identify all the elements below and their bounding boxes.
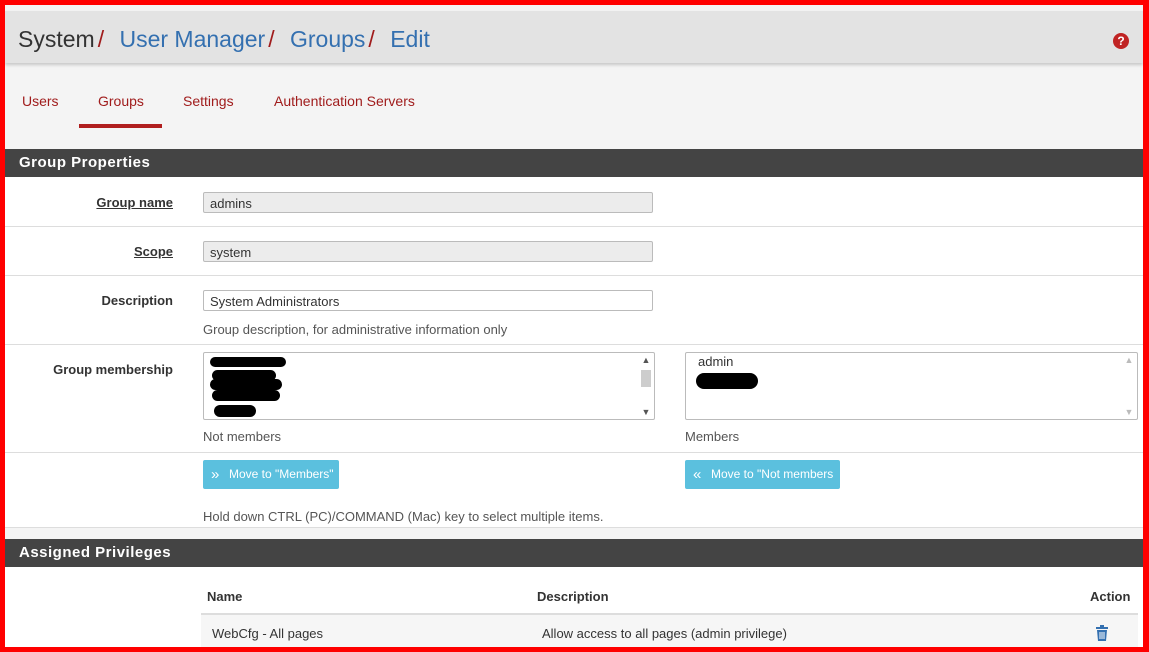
row-group-name: Group name admins	[5, 177, 1143, 227]
tab-groups[interactable]: Groups	[98, 93, 144, 109]
not-members-scrollbar[interactable]: ▲ ▼	[638, 353, 654, 419]
breadcrumb-separator: /	[368, 26, 375, 52]
help-icon[interactable]: ?	[1113, 33, 1129, 49]
page-frame: System / User Manager / Groups / Edit ? Use…	[5, 5, 1143, 647]
active-tab-indicator	[79, 124, 162, 128]
scroll-up-icon[interactable]: ▲	[638, 353, 654, 367]
group-properties-title: Group Properties	[19, 154, 151, 171]
breadcrumb-user-manager[interactable]: User Manager	[119, 26, 265, 52]
members-option[interactable]: admin	[698, 354, 733, 369]
tab-users[interactable]: Users	[22, 93, 59, 109]
breadcrumb-groups[interactable]: Groups	[290, 26, 365, 52]
breadcrumb: System / User Manager / Groups / Edit	[18, 26, 430, 53]
column-header-description: Description	[537, 589, 609, 604]
scroll-down-icon[interactable]: ▼	[1121, 405, 1137, 419]
multi-select-help: Hold down CTRL (PC)/COMMAND (Mac) key to…	[203, 509, 604, 524]
move-to-members-label: Move to "Members"	[229, 467, 334, 481]
move-to-not-members-label: Move to "Not members	[711, 467, 834, 481]
scroll-up-icon[interactable]: ▲	[1121, 353, 1137, 367]
breadcrumb-root: System	[18, 26, 95, 52]
scroll-thumb[interactable]	[641, 370, 651, 387]
assigned-privileges-title: Assigned Privileges	[19, 544, 172, 561]
group-membership-label: Group membership	[53, 362, 173, 377]
breadcrumb-edit[interactable]: Edit	[390, 26, 430, 52]
group-name-label: Group name	[96, 195, 173, 210]
scope-label: Scope	[133, 244, 173, 259]
move-to-members-button[interactable]: » Move to "Members"	[203, 460, 339, 489]
column-header-action: Action	[1090, 589, 1131, 604]
column-header-name: Name	[207, 589, 243, 604]
breadcrumb-separator: /	[268, 26, 275, 52]
members-scrollbar[interactable]: ▲ ▼	[1121, 353, 1137, 419]
privilege-name: WebCfg - All pages	[212, 626, 324, 641]
description-label: Description	[101, 293, 173, 308]
group-name-field[interactable]: admins	[203, 192, 653, 213]
row-group-membership: Group membership ▲ ▼ Not members admin ▲…	[5, 345, 1143, 453]
page-header: System / User Manager / Groups / Edit ?	[5, 11, 1143, 63]
move-to-not-members-button[interactable]: « Move to "Not members	[685, 460, 840, 489]
double-chevron-right-icon: »	[211, 466, 220, 483]
double-chevron-left-icon: «	[693, 466, 702, 483]
privileges-table: Name Description Action WebCfg - All pag…	[5, 567, 1143, 647]
scroll-down-icon[interactable]: ▼	[638, 405, 654, 419]
not-members-caption: Not members	[203, 429, 282, 444]
row-description: Description System Administrators Group …	[5, 276, 1143, 345]
members-list[interactable]: admin ▲ ▼	[685, 352, 1138, 420]
redacted-entry	[210, 357, 286, 367]
privilege-description: Allow access to all pages (admin privile…	[542, 626, 787, 641]
breadcrumb-separator: /	[97, 26, 105, 52]
members-caption: Members	[685, 429, 740, 444]
redacted-entry	[210, 379, 282, 390]
trash-icon[interactable]	[1095, 625, 1109, 641]
row-scope: Scope system	[5, 227, 1143, 276]
description-field[interactable]: System Administrators	[203, 290, 653, 311]
tab-settings[interactable]: Settings	[183, 93, 234, 109]
group-properties-header: Group Properties	[5, 149, 1143, 177]
redacted-entry	[212, 390, 280, 401]
scope-field[interactable]: system	[203, 241, 653, 262]
redacted-entry	[696, 373, 758, 389]
assigned-privileges-header: Assigned Privileges	[5, 539, 1143, 567]
tab-authentication-servers[interactable]: Authentication Servers	[274, 93, 415, 109]
redacted-entry	[214, 405, 256, 417]
description-help: Group description, for administrative in…	[203, 322, 508, 337]
row-move-buttons: » Move to "Members" « Move to "Not members…	[5, 453, 1143, 528]
not-members-list[interactable]: ▲ ▼	[203, 352, 655, 420]
